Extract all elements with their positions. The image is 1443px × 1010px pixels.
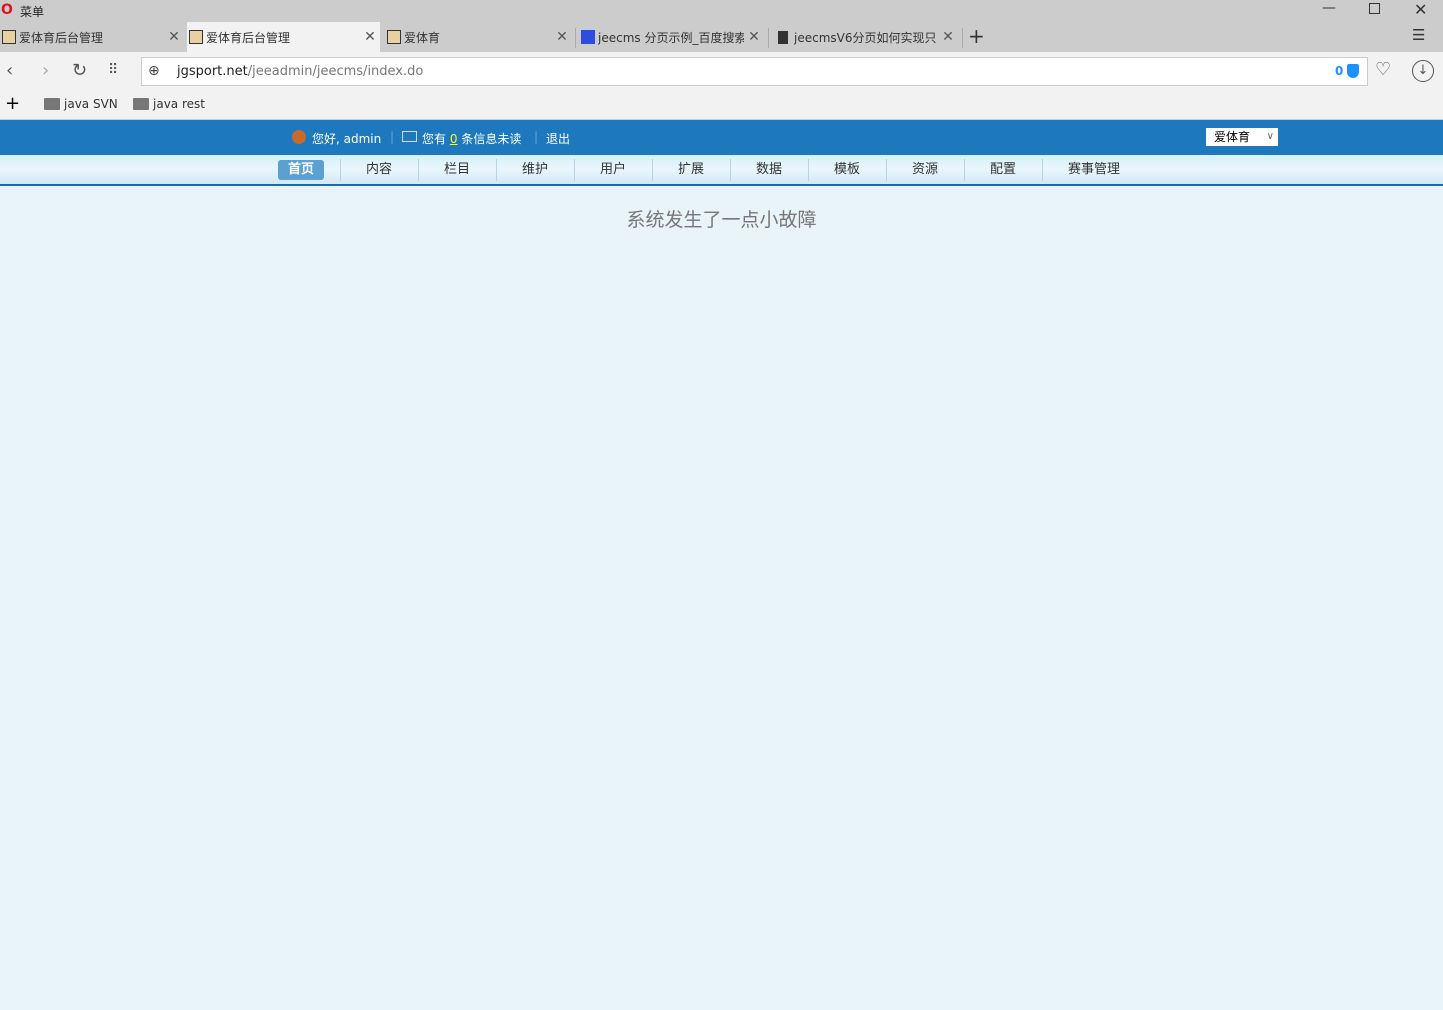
title-bar: O 菜单 — ✕ xyxy=(0,0,1443,22)
user-icon xyxy=(292,130,306,144)
document-icon xyxy=(778,30,788,44)
tomcat-icon xyxy=(189,30,203,44)
tab-strip: 爱体育后台管理 ✕ 爱体育后台管理 ✕ 爱体育 ✕ jeecms 分页示例_百度搜索 ✕… xyxy=(0,22,1443,52)
nav-divider xyxy=(1042,159,1043,181)
folder-icon xyxy=(133,98,149,110)
nav-divider xyxy=(574,159,575,181)
add-bookmark-button[interactable]: + xyxy=(5,93,20,114)
nav-item-3[interactable]: 维护 xyxy=(496,160,574,180)
close-tab-icon[interactable]: ✕ xyxy=(552,29,572,45)
nav-divider xyxy=(418,159,419,181)
nav-item-4[interactable]: 用户 xyxy=(574,160,652,180)
bookmark-folder[interactable]: java rest xyxy=(133,97,205,111)
close-window-button[interactable]: ✕ xyxy=(1414,0,1427,19)
nav-item-8[interactable]: 资源 xyxy=(886,160,964,180)
close-tab-icon[interactable]: ✕ xyxy=(360,29,380,45)
new-tab-button[interactable]: + xyxy=(968,24,985,48)
close-tab-icon[interactable]: ✕ xyxy=(744,29,764,45)
forward-button[interactable]: › xyxy=(42,60,49,81)
chevron-down-icon: ∨ xyxy=(1266,131,1274,142)
nav-item-5[interactable]: 扩展 xyxy=(652,160,730,180)
error-message: 系统发生了一点小故障 xyxy=(626,209,817,231)
nav-item-10[interactable]: 赛事管理 xyxy=(1042,160,1146,180)
tab-menu-icon[interactable]: ☰ xyxy=(1412,26,1425,44)
nav-item-7[interactable]: 模板 xyxy=(808,160,886,180)
folder-icon xyxy=(44,98,60,110)
url-host: jgsport.net xyxy=(177,64,248,79)
adblock-count[interactable]: 0 xyxy=(1335,64,1343,78)
nav-item-0[interactable]: 首页 xyxy=(278,160,324,180)
globe-icon: ⊕ xyxy=(148,63,160,79)
opera-logo-icon[interactable]: O xyxy=(1,2,13,18)
nav-item-2[interactable]: 栏目 xyxy=(418,160,496,180)
nav-divider xyxy=(808,159,809,181)
speed-dial-icon[interactable]: ⠿ xyxy=(108,62,118,78)
site-select[interactable]: 爱体育 ∨ xyxy=(1206,128,1278,146)
nav-item-6[interactable]: 数据 xyxy=(730,160,808,180)
menu-button[interactable]: 菜单 xyxy=(20,3,44,20)
nav-item-9[interactable]: 配置 xyxy=(964,160,1042,180)
nav-divider xyxy=(964,159,965,181)
logout-link[interactable]: 退出 xyxy=(546,130,570,147)
baidu-icon xyxy=(581,30,595,44)
mail-icon xyxy=(402,131,417,142)
tomcat-icon xyxy=(387,30,401,44)
close-tab-icon[interactable]: ✕ xyxy=(164,29,184,45)
admin-header: 您好, admin | 您有 0 条信息未读 | 退出 爱体育 ∨ xyxy=(0,120,1443,155)
message-notice[interactable]: 您有 0 条信息未读 xyxy=(422,130,521,147)
nav-divider xyxy=(496,159,497,181)
bookmark-folder[interactable]: java SVN xyxy=(44,97,118,111)
tab[interactable]: jeecmsV6分页如何实现只 ✕ xyxy=(772,22,958,52)
url-path: /jeeadmin/jeecms/index.do xyxy=(247,64,424,79)
back-button[interactable]: ‹ xyxy=(6,60,13,81)
close-tab-icon[interactable]: ✕ xyxy=(938,29,958,45)
nav-divider xyxy=(886,159,887,181)
heart-icon[interactable]: ♡ xyxy=(1375,59,1391,80)
maximize-button[interactable] xyxy=(1369,3,1380,14)
minimize-button[interactable]: — xyxy=(1322,0,1336,16)
adblock-shield-icon[interactable] xyxy=(1347,64,1359,78)
nav-divider xyxy=(652,159,653,181)
nav-item-1[interactable]: 内容 xyxy=(340,160,418,180)
bookmarks-bar: + java SVN java rest xyxy=(0,90,1443,120)
message-count[interactable]: 0 xyxy=(450,132,458,146)
tab[interactable]: 爱体育 ✕ xyxy=(385,22,572,52)
nav-divider xyxy=(730,159,731,181)
main-nav: 首页 内容 栏目 维护 用户 扩展 数据 模板 资源 配置 赛事管理 xyxy=(0,155,1443,186)
tomcat-icon xyxy=(2,30,16,44)
tab[interactable]: 爱体育后台管理 ✕ xyxy=(0,22,184,52)
address-bar[interactable]: ⊕ jgsport.net/jeeadmin/jeecms/index.do 0 xyxy=(141,57,1368,86)
greeting: 您好, admin xyxy=(312,132,382,146)
reload-button[interactable]: ↻ xyxy=(72,60,87,81)
tab-active[interactable]: 爱体育后台管理 ✕ xyxy=(187,22,380,52)
download-icon[interactable]: ↓ xyxy=(1412,60,1434,82)
tab[interactable]: jeecms 分页示例_百度搜索 ✕ xyxy=(579,22,764,52)
nav-divider xyxy=(340,159,341,181)
